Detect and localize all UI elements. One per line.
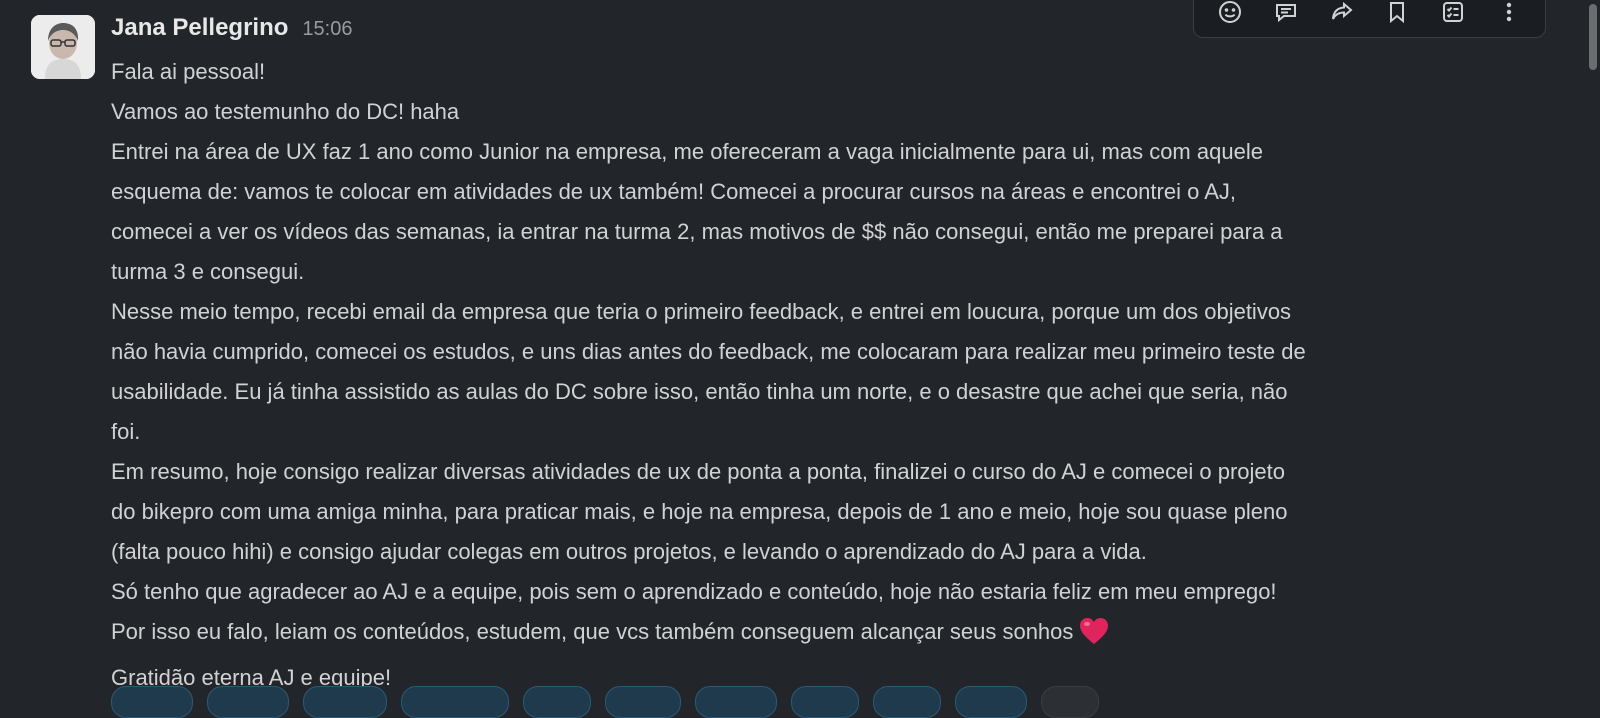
message-line: do bikepro com uma amiga minha, para pra… bbox=[111, 499, 1288, 524]
message-line: Fala ai pessoal! bbox=[111, 59, 266, 84]
emoji-reaction-icon[interactable] bbox=[1212, 0, 1248, 30]
add-reaction-button[interactable] bbox=[1041, 686, 1099, 718]
reaction-bar bbox=[111, 686, 1099, 718]
message-line-text: Por isso eu falo, leiam os conteúdos, es… bbox=[111, 619, 1074, 644]
reaction-pill[interactable] bbox=[873, 686, 941, 718]
message-line: Vamos ao testemunho do DC! haha bbox=[111, 99, 460, 124]
author-name[interactable]: Jana Pellegrino bbox=[111, 14, 288, 42]
message-line: comecei a ver os vídeos das semanas, ia … bbox=[111, 219, 1283, 244]
reaction-pill[interactable] bbox=[955, 686, 1027, 718]
message-line: Nesse meio tempo, recebi email da empres… bbox=[111, 299, 1292, 324]
scrollbar[interactable] bbox=[1586, 0, 1600, 706]
reaction-pill[interactable] bbox=[303, 686, 387, 718]
message-actions-toolbar bbox=[1193, 0, 1546, 38]
heart-emoji-icon bbox=[1079, 617, 1109, 658]
message-header: Jana Pellegrino 15:06 bbox=[111, 14, 352, 48]
reaction-pill[interactable] bbox=[207, 686, 289, 718]
message-line: foi. bbox=[111, 419, 141, 444]
message-line: (falta pouco hihi) e consigo ajudar cole… bbox=[111, 539, 1147, 564]
reaction-pill[interactable] bbox=[111, 686, 193, 718]
checklist-icon[interactable] bbox=[1435, 0, 1471, 30]
message-line: Só tenho que agradecer ao AJ e a equipe,… bbox=[111, 579, 1277, 604]
message-line: Em resumo, hoje consigo realizar diversa… bbox=[111, 459, 1285, 484]
more-actions-icon[interactable] bbox=[1491, 0, 1527, 30]
reaction-pill[interactable] bbox=[523, 686, 591, 718]
message-line-with-emoji: Por isso eu falo, leiam os conteúdos, es… bbox=[111, 612, 1551, 658]
message-body: Fala ai pessoal! Vamos ao testemunho do … bbox=[111, 52, 1551, 698]
message-line: usabilidade. Eu já tinha assistido as au… bbox=[111, 379, 1288, 404]
scrollbar-thumb[interactable] bbox=[1589, 4, 1597, 70]
forward-icon[interactable] bbox=[1324, 0, 1360, 30]
message-timestamp[interactable]: 15:06 bbox=[302, 18, 352, 41]
message-line: não havia cumprido, comecei os estudos, … bbox=[111, 339, 1306, 364]
message-line: turma 3 e consegui. bbox=[111, 259, 305, 284]
avatar[interactable] bbox=[31, 15, 95, 79]
reaction-pill[interactable] bbox=[791, 686, 859, 718]
reaction-pill[interactable] bbox=[695, 686, 777, 718]
reply-thread-icon[interactable] bbox=[1268, 0, 1304, 30]
reaction-pill[interactable] bbox=[401, 686, 509, 718]
message-line: esquema de: vamos te colocar em atividad… bbox=[111, 179, 1237, 204]
message-line: Entrei na área de UX faz 1 ano como Juni… bbox=[111, 139, 1263, 164]
bookmark-icon[interactable] bbox=[1379, 0, 1415, 30]
reaction-pill[interactable] bbox=[605, 686, 681, 718]
